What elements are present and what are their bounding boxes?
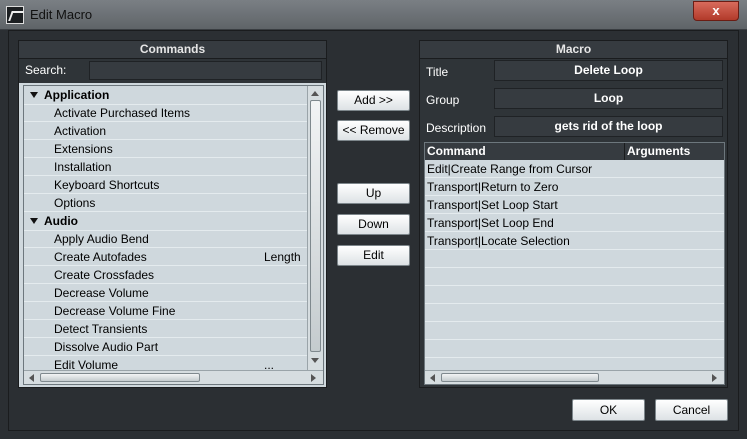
search-input[interactable] [89,61,322,80]
arguments-column-header[interactable]: Arguments [625,143,724,160]
scroll-up-icon[interactable] [311,91,319,96]
command-row[interactable]: Activation [24,122,307,140]
macro-command-text: Transport|Set Loop Start [427,198,558,212]
group-label: Group [426,93,460,107]
macro-scroll-right-icon[interactable] [712,374,717,382]
row-label: Keyboard Shortcuts [54,178,160,192]
title-field[interactable]: Delete Loop [494,60,723,81]
description-label: Description [426,121,487,135]
command-row[interactable]: Extensions [24,140,307,158]
row-label: Create Autofades [54,250,147,264]
row-label: Activate Purchased Items [54,106,191,120]
command-row[interactable]: Activate Purchased Items [24,104,307,122]
row-label: Decrease Volume Fine [54,304,176,318]
category-row[interactable]: Audio [24,212,307,231]
commands-list: Application Activate Purchased Items Activ… [23,85,324,385]
macro-panel: Macro Title Delete Loop Group Loop Descr… [419,40,728,388]
command-row[interactable]: Decrease Volume Fine [24,302,307,320]
row-argument: Length [264,250,301,264]
command-row[interactable]: Keyboard Shortcuts [24,176,307,194]
commands-header: Commands [19,41,326,59]
command-row[interactable]: Decrease Volume [24,284,307,302]
empty-row[interactable] [425,358,724,370]
commands-vscrollbar[interactable] [307,86,323,370]
macro-command-row[interactable]: Edit|Create Range from Cursor [425,160,724,178]
commands-hscroll-thumb[interactable] [40,373,200,382]
expand-arrow-icon[interactable] [30,218,38,225]
command-column-header[interactable]: Command [425,143,625,160]
app-icon [6,6,24,24]
row-label: Audio [44,214,78,228]
commands-panel: Commands Search: Application Activate Pur… [18,40,327,388]
title-bar [0,0,747,30]
row-label: Extensions [54,142,113,156]
row-label: Create Crossfades [54,268,155,282]
row-label: Options [54,196,96,210]
macro-hscrollbar[interactable] [425,370,724,384]
title-label: Title [426,65,449,79]
macro-command-text: Transport|Return to Zero [427,180,559,194]
down-button[interactable]: Down [337,214,410,235]
macro-header: Macro [420,41,727,59]
row-label: Activation [54,124,107,138]
empty-row[interactable] [425,322,724,340]
macro-scroll-left-icon[interactable] [430,374,435,382]
row-label: Detect Transients [54,322,148,336]
empty-row[interactable] [425,340,724,358]
commands-hscrollbar[interactable] [24,370,323,384]
command-row[interactable]: Options [24,194,307,212]
row-label: Apply Audio Bend [54,232,149,246]
command-row[interactable]: Dissolve Audio Part [24,338,307,356]
macro-hscroll-thumb[interactable] [441,373,599,382]
category-row[interactable]: Application [24,86,307,105]
command-row[interactable]: Apply Audio Bend [24,230,307,248]
row-argument: ... [264,358,275,370]
window-title: Edit Macro [30,7,93,22]
command-row[interactable]: Edit Volume... [24,356,307,370]
row-label: Dissolve Audio Part [54,340,159,354]
macro-command-row[interactable]: Transport|Locate Selection [425,232,724,250]
search-label: Search: [25,63,67,77]
expand-arrow-icon[interactable] [30,92,38,99]
close-button[interactable]: x [693,1,739,21]
empty-row[interactable] [425,268,724,286]
remove-button[interactable]: << Remove [337,120,410,141]
group-field[interactable]: Loop [494,88,723,109]
scroll-right-icon[interactable] [311,374,316,382]
macro-command-row[interactable]: Transport|Set Loop Start [425,196,724,214]
row-label: Application [44,88,110,102]
empty-row[interactable] [425,286,724,304]
cancel-button[interactable]: Cancel [655,399,728,421]
command-row[interactable]: Create Crossfades [24,266,307,284]
commands-vscroll-thumb[interactable] [310,100,321,352]
description-field[interactable]: gets rid of the loop [494,116,723,137]
macro-commands-list: Command Arguments Edit|Create Range from… [424,142,725,385]
edit-button[interactable]: Edit [337,245,410,266]
scroll-left-icon[interactable] [29,374,34,382]
add-button[interactable]: Add >> [337,90,410,111]
empty-row[interactable] [425,304,724,322]
command-row[interactable]: Installation [24,158,307,176]
up-button[interactable]: Up [337,183,410,204]
command-row[interactable]: Detect Transients [24,320,307,338]
ok-button[interactable]: OK [572,399,645,421]
commands-rows: Application Activate Purchased Items Activ… [24,86,307,370]
macro-rows: Edit|Create Range from Cursor Transport|R… [425,160,724,370]
empty-row[interactable] [425,250,724,268]
macro-command-text: Edit|Create Range from Cursor [427,162,593,176]
row-label: Edit Volume [54,358,119,370]
macro-command-text: Transport|Locate Selection [427,234,570,248]
scroll-down-icon[interactable] [311,358,319,363]
macro-command-row[interactable]: Transport|Set Loop End [425,214,724,232]
macro-command-row[interactable]: Transport|Return to Zero [425,178,724,196]
row-label: Installation [54,160,112,174]
row-label: Decrease Volume [54,286,149,300]
macro-command-text: Transport|Set Loop End [427,216,554,230]
command-row[interactable]: Create Autofades Length [24,248,307,266]
